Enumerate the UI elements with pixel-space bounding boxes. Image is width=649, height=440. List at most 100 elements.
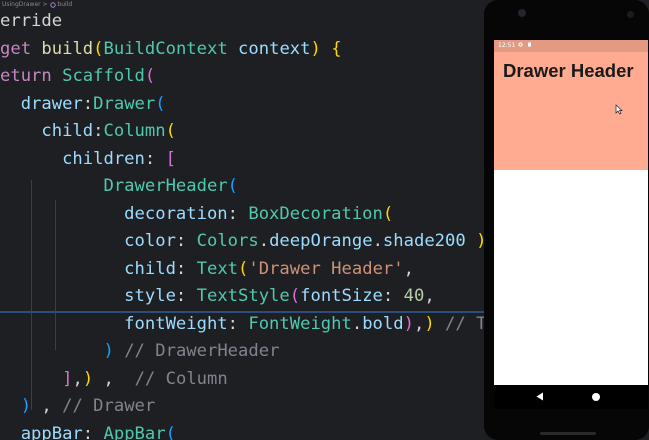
code-token: ( (289, 286, 301, 306)
code-token: ) (103, 341, 114, 361)
code-token: : (175, 258, 197, 279)
code-token: // Drawer (62, 396, 156, 416)
code-token: context (227, 38, 311, 59)
code-token: : (175, 231, 197, 251)
code-token: fontWeight (0, 313, 228, 334)
proximity-sensor (627, 11, 634, 18)
drawer-header-text: Drawer Header (503, 60, 634, 81)
code-line[interactable]: ) , // Drawer (0, 392, 156, 420)
code-line[interactable]: eturn Scaffold( (0, 62, 155, 90)
code-line[interactable]: color: Colors.deepOrange.shade200 ), / (0, 227, 490, 255)
code-editor[interactable]: UsingDrawer > build erride get build(Buil… (0, 0, 490, 440)
mouse-pointer-icon (615, 104, 623, 115)
code-token: 'Drawer Header' (248, 258, 404, 279)
code-token: DrawerHeader (0, 176, 228, 196)
code-token: get (0, 38, 42, 59)
code-line[interactable]: erride (0, 7, 62, 35)
breadcrumb: UsingDrawer > build (0, 0, 490, 10)
code-token: : (227, 203, 249, 224)
code-token: ( (165, 423, 176, 440)
code-line[interactable]: appBar: AppBar( (0, 420, 176, 440)
status-bar: 12:51 (494, 40, 648, 52)
code-token: ( (382, 203, 394, 224)
code-token: TextStyle (196, 286, 290, 306)
code-token: ( (93, 38, 104, 59)
code-token: . (351, 313, 363, 334)
code-token: fontSize (300, 286, 383, 306)
code-token: [ (165, 148, 176, 169)
drawer-header: Drawer Header (494, 52, 648, 170)
code-line[interactable]: fontWeight: FontWeight.bold),) // Tex (0, 310, 490, 338)
code-line[interactable]: DrawerHeader( (0, 172, 238, 200)
code-token: Colors (196, 231, 259, 251)
code-line[interactable]: decoration: BoxDecoration( (0, 200, 393, 228)
code-token: ) (403, 313, 414, 334)
code-token: bold (362, 313, 404, 334)
code-token: : (382, 286, 404, 306)
code-token: Text (196, 258, 239, 279)
code-token: child (0, 258, 176, 279)
code-token: : (144, 148, 166, 169)
code-token: color (0, 231, 176, 251)
code-token: ( (238, 258, 249, 279)
code-token: 40 (403, 286, 425, 306)
code-token: ) (82, 368, 94, 389)
code-token: Scaffold (62, 66, 145, 86)
code-token: deepOrange (269, 231, 373, 251)
code-token: AppBar (103, 423, 166, 440)
code-token: // Column (134, 368, 228, 389)
code-token: appBar (0, 423, 83, 440)
code-token: : (93, 121, 104, 141)
code-token: ) (20, 396, 32, 416)
code-line[interactable]: children: [ (0, 145, 176, 173)
code-token: ( (155, 93, 166, 114)
back-triangle-icon[interactable] (536, 392, 544, 401)
code-line[interactable]: child: Text('Drawer Header', (0, 255, 414, 283)
code-token: , (93, 368, 135, 389)
code-token: : (82, 423, 104, 440)
code-token: , (72, 368, 83, 389)
sd-card-icon (527, 42, 531, 47)
code-token: shade200 (382, 231, 466, 251)
code-token: child (0, 121, 94, 141)
code-token: Drawer (93, 93, 156, 114)
code-token: build (41, 38, 94, 59)
code-line[interactable]: get build(BuildContext context) { (0, 35, 342, 63)
code-line[interactable]: ) // DrawerHeader (0, 337, 279, 365)
status-icons (518, 40, 532, 52)
code-token: erride (0, 11, 63, 31)
code-token: Column (103, 121, 166, 141)
code-token: eturn (0, 66, 63, 86)
code-token: style (0, 286, 176, 306)
code-token: ] (62, 368, 73, 389)
code-token: children (0, 148, 145, 169)
code-line[interactable]: drawer:Drawer( (0, 90, 166, 118)
code-token: BuildContext (103, 38, 228, 59)
code-token: : (82, 93, 94, 114)
code-token: FontWeight (248, 313, 352, 334)
code-token: . (372, 231, 383, 251)
code-token: decoration (0, 203, 228, 224)
code-line[interactable]: style: TextStyle(fontSize: 40, (0, 282, 435, 310)
home-circle-icon[interactable] (592, 393, 600, 401)
code-token: ( (227, 176, 239, 196)
code-line[interactable]: child:Column( (0, 117, 176, 145)
code-token: { (331, 38, 342, 59)
code-token: drawer (0, 93, 83, 114)
android-nav-bar (494, 385, 648, 409)
code-token: , (31, 396, 63, 416)
phone-bottom-edge (540, 432, 596, 435)
drawer-body (494, 170, 648, 385)
emulator-screen[interactable]: 12:51 Drawer Header (494, 40, 648, 385)
code-token: // DrawerHeader (124, 341, 280, 361)
code-token: BoxDecoration (248, 203, 383, 224)
code-token: , (403, 258, 414, 279)
settings-icon (518, 42, 523, 47)
code-line[interactable]: ],) , // Column (0, 365, 228, 393)
